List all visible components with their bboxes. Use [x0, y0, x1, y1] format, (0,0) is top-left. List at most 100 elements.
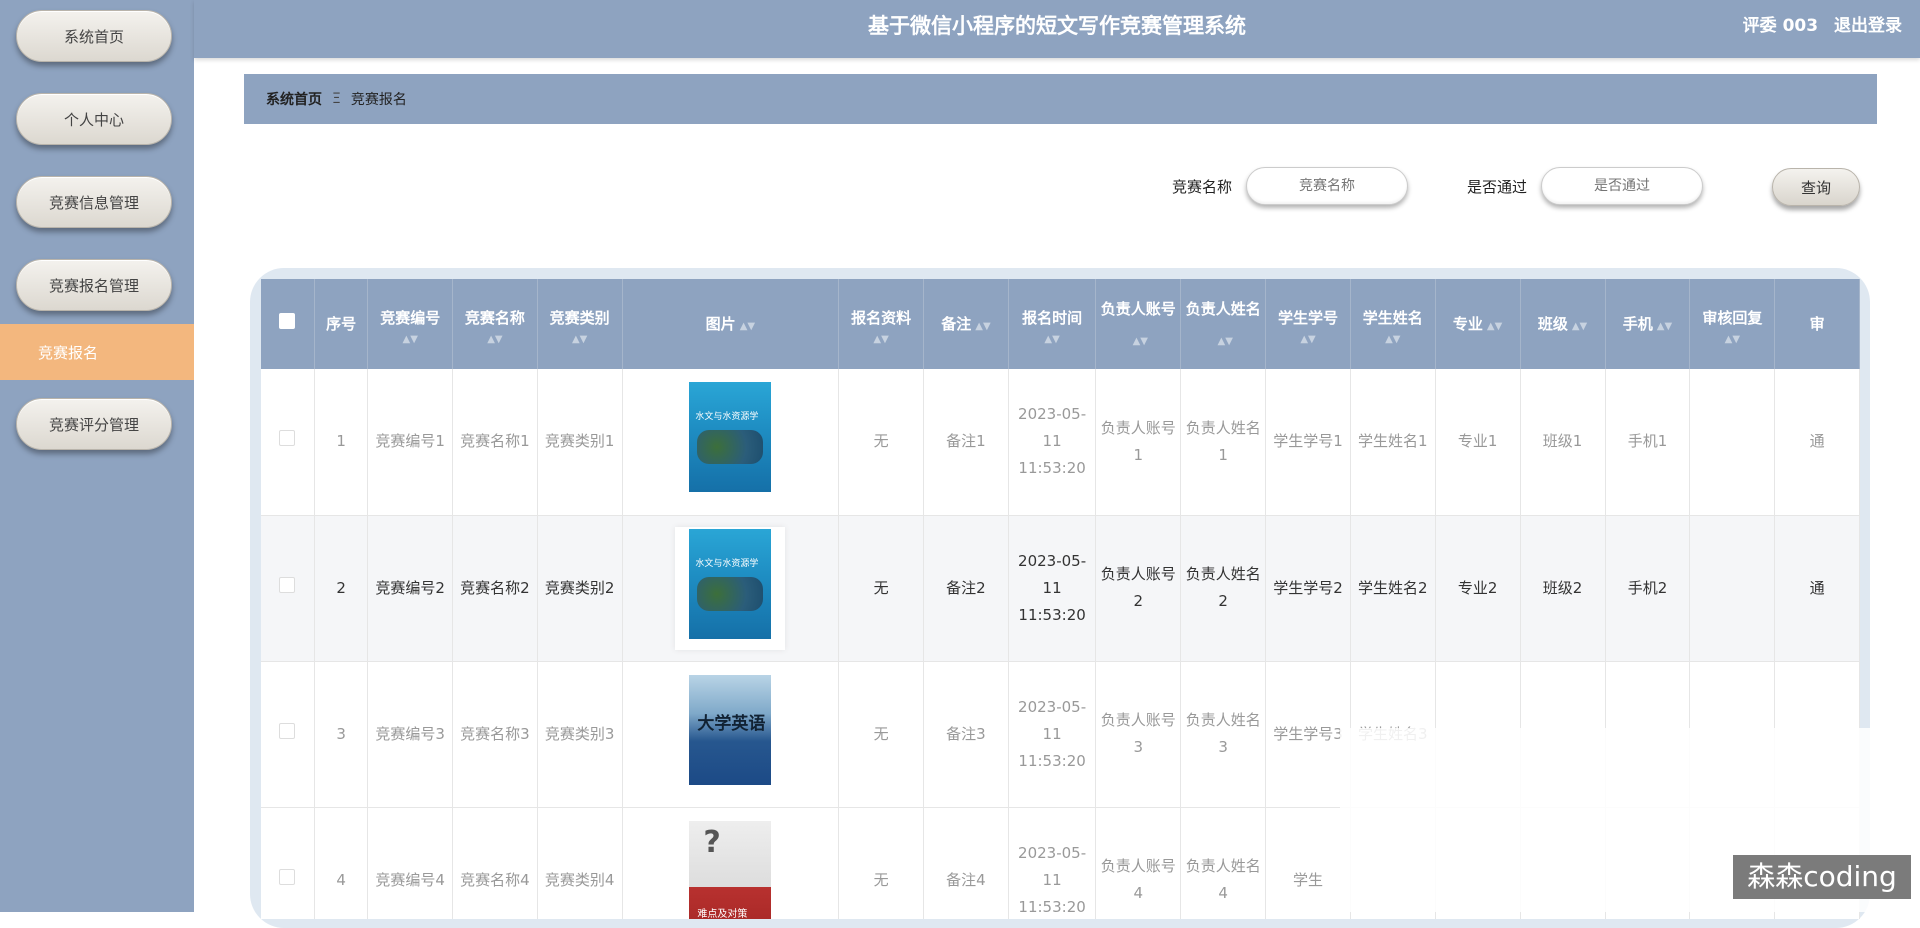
- col-student-name[interactable]: 学生姓名 ▲▼: [1350, 279, 1436, 369]
- cell-note: 备注3: [923, 661, 1009, 808]
- book-cover-image[interactable]: 水文与水资源学: [689, 382, 772, 493]
- logout-link[interactable]: 退出登录: [1834, 16, 1902, 36]
- sidebar-item-contest-info[interactable]: 竞赛信息管理: [16, 176, 172, 228]
- cell-manager: 负责人姓名4: [1180, 807, 1267, 919]
- cell-seq: 2: [314, 515, 369, 662]
- cell-image[interactable]: 水文与水资源学: [622, 515, 840, 662]
- cell-time: 2023-05-11 11:53:20: [1008, 807, 1097, 919]
- col-major[interactable]: 专业 ▲▼: [1435, 279, 1521, 369]
- breadcrumb-home[interactable]: 系统首页: [266, 89, 322, 109]
- col-class[interactable]: 班级 ▲▼: [1520, 279, 1606, 369]
- cell-reply: [1689, 369, 1776, 516]
- cell-student-name: 学生姓名2: [1350, 515, 1436, 662]
- cell-category: 竞赛类别4: [537, 807, 623, 919]
- cell-image[interactable]: 水文与水资源学: [622, 369, 840, 516]
- contest-name-input[interactable]: [1246, 167, 1409, 205]
- row-checkbox[interactable]: [279, 868, 296, 885]
- sidebar-item-home[interactable]: 系统首页: [16, 10, 172, 62]
- username: 评委 003: [1742, 16, 1819, 36]
- cell-phone: 手机1: [1605, 369, 1691, 516]
- cell-image[interactable]: 大学英语: [622, 661, 840, 808]
- cell-manager: 负责人姓名3: [1180, 661, 1267, 808]
- sort-icon[interactable]: ▲▼: [1218, 337, 1233, 347]
- cell-code: 竞赛编号1: [367, 369, 454, 516]
- cell-material: 无: [838, 369, 924, 516]
- cell-name: 竞赛名称1: [452, 369, 538, 516]
- cell-manager: 负责人姓名1: [1180, 369, 1267, 516]
- col-manager[interactable]: 负责人姓名▲▼: [1180, 279, 1267, 369]
- search-pass-group: 是否通过: [1467, 166, 1704, 206]
- passed-label: 是否通过: [1467, 177, 1528, 196]
- table-row[interactable]: 2 竞赛编号2 竞赛名称2 竞赛类别2 水文与水资源学 无 备注2 2023-0…: [261, 515, 1860, 662]
- row-checkbox[interactable]: [279, 722, 296, 739]
- col-time[interactable]: 报名时间 ▲▼: [1008, 279, 1097, 369]
- cell-image[interactable]: ? 难点及对策: [622, 807, 840, 919]
- cell-account: 负责人账号4: [1095, 807, 1182, 919]
- cell-name: 竞赛名称4: [452, 807, 538, 919]
- cell-note: 备注4: [923, 807, 1009, 919]
- cell-student-id: 学生学号2: [1265, 515, 1351, 662]
- col-phone[interactable]: 手机 ▲▼: [1605, 279, 1691, 369]
- query-button[interactable]: 查询: [1772, 168, 1860, 206]
- select-all-checkbox[interactable]: [279, 313, 296, 329]
- cell-student-id: 学生学号1: [1265, 369, 1351, 516]
- col-image[interactable]: 图片 ▲▼: [622, 279, 840, 369]
- col-code[interactable]: 竞赛编号 ▲▼: [367, 279, 454, 369]
- passed-input[interactable]: [1541, 167, 1704, 205]
- col-status[interactable]: 审: [1774, 279, 1860, 369]
- book-cover-image[interactable]: ? 难点及对策: [689, 820, 772, 919]
- col-reply[interactable]: 审核回复 ▲▼: [1689, 279, 1776, 369]
- sort-icon[interactable]: ▲▼: [1694, 335, 1770, 345]
- cell-seq: 4: [314, 807, 369, 919]
- select-all-cell[interactable]: [261, 279, 315, 369]
- col-seq: 序号: [314, 279, 369, 369]
- cell-time: 2023-05-11 11:53:20: [1008, 369, 1097, 516]
- sort-icon[interactable]: ▲▼: [1355, 335, 1431, 345]
- top-header: 基于微信小程序的短文写作竞赛管理系统 评委 003 退出登录: [194, 0, 1920, 58]
- sort-icon[interactable]: ▲▼: [457, 335, 533, 345]
- sort-icon[interactable]: ▲▼: [1657, 322, 1672, 332]
- sort-icon[interactable]: ▲▼: [1270, 335, 1346, 345]
- sort-icon[interactable]: ▲▼: [1013, 335, 1091, 345]
- cell-seq: 3: [314, 661, 369, 808]
- breadcrumb-current: 竞赛报名: [350, 92, 407, 108]
- col-category[interactable]: 竞赛类别 ▲▼: [537, 279, 623, 369]
- cell-code: 竞赛编号2: [367, 515, 454, 662]
- col-student-id[interactable]: 学生学号 ▲▼: [1265, 279, 1351, 369]
- col-account[interactable]: 负责人账号▲▼: [1095, 279, 1182, 369]
- sort-icon[interactable]: ▲▼: [542, 335, 618, 345]
- book-cover-image[interactable]: 水文与水资源学: [689, 528, 772, 639]
- sort-icon[interactable]: ▲▼: [843, 335, 919, 345]
- col-name[interactable]: 竞赛名称 ▲▼: [452, 279, 538, 369]
- sort-icon[interactable]: ▲▼: [740, 322, 755, 332]
- col-note[interactable]: 备注 ▲▼: [923, 279, 1009, 369]
- cell-time: 2023-05-11 11:53:20: [1008, 661, 1097, 808]
- book-cover-image[interactable]: 大学英语: [689, 674, 772, 785]
- sidebar-item-registration-management[interactable]: 竞赛报名管理: [16, 259, 172, 311]
- contest-name-label: 竞赛名称: [1172, 177, 1233, 196]
- sidebar-item-scoring-management[interactable]: 竞赛评分管理: [16, 398, 172, 450]
- row-checkbox[interactable]: [279, 576, 296, 593]
- cell-material: 无: [838, 661, 924, 808]
- sidebar-item-registration[interactable]: 竞赛报名: [0, 324, 194, 380]
- cell-seq: 1: [314, 369, 369, 516]
- row-checkbox[interactable]: [279, 430, 296, 447]
- col-material[interactable]: 报名资料 ▲▼: [838, 279, 924, 369]
- sort-icon[interactable]: ▲▼: [1487, 322, 1502, 332]
- breadcrumb: 系统首页 Ξ 竞赛报名: [244, 74, 1877, 124]
- cell-manager: 负责人姓名2: [1180, 515, 1267, 662]
- cell-reply: [1689, 515, 1776, 662]
- sidebar: 系统首页 个人中心 竞赛信息管理 竞赛报名管理 竞赛报名 竞赛评分管理: [0, 0, 194, 912]
- sort-icon[interactable]: ▲▼: [975, 322, 990, 332]
- cell-status: 通: [1774, 369, 1860, 516]
- sort-icon[interactable]: ▲▼: [1572, 322, 1587, 332]
- cell-category: 竞赛类别3: [537, 661, 623, 808]
- sidebar-item-personal-center[interactable]: 个人中心: [16, 93, 172, 145]
- cell-category: 竞赛类别1: [537, 369, 623, 516]
- cell-code: 竞赛编号3: [367, 661, 454, 808]
- cell-time: 2023-05-11 11:53:20: [1008, 515, 1097, 662]
- sort-icon[interactable]: ▲▼: [1133, 337, 1148, 347]
- table-row[interactable]: 1 竞赛编号1 竞赛名称1 竞赛类别1 水文与水资源学 无 备注1 2023-0…: [261, 369, 1860, 516]
- cell-material: 无: [838, 515, 924, 662]
- sort-icon[interactable]: ▲▼: [372, 335, 448, 345]
